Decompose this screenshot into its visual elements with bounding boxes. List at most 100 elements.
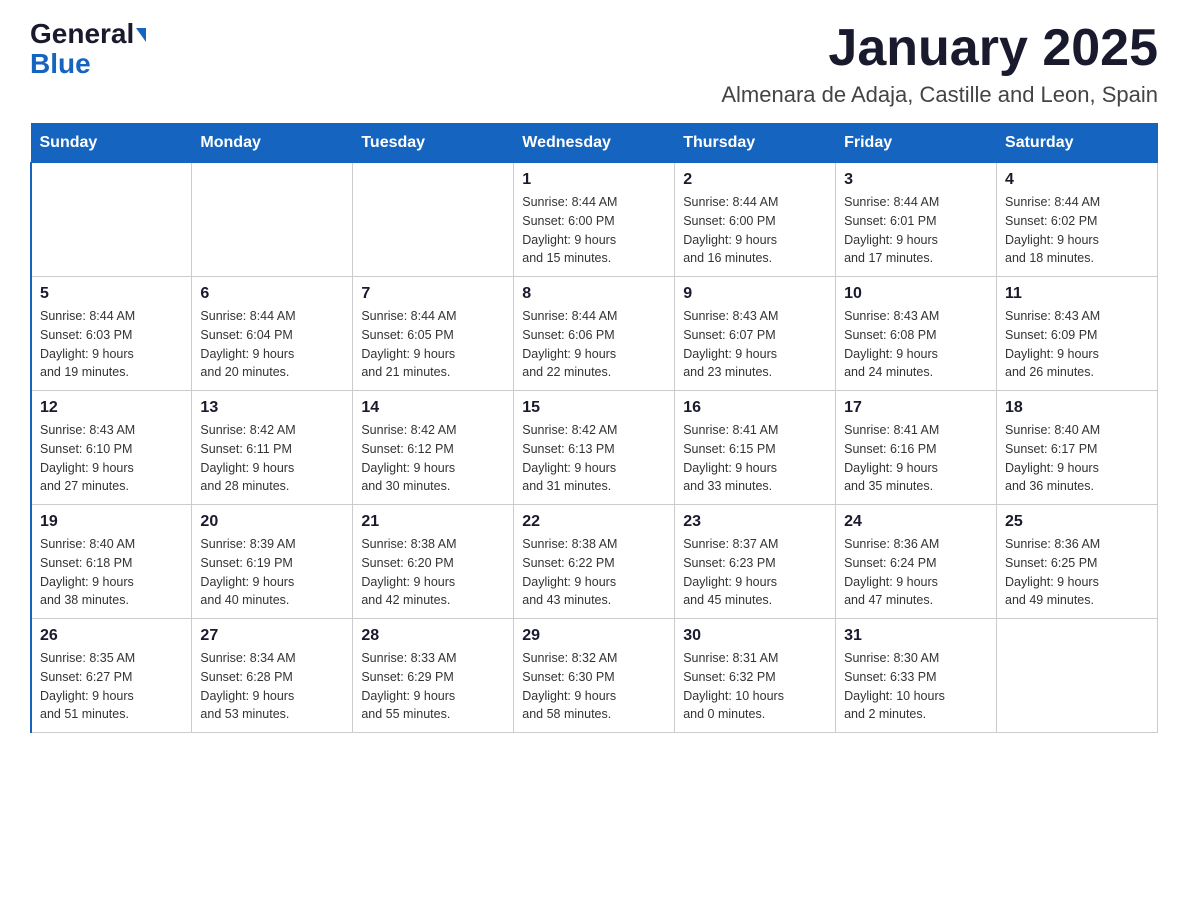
calendar-cell: 30 Sunrise: 8:31 AM Sunset: 6:32 PM Dayli… xyxy=(675,619,836,733)
day-info: Sunrise: 8:44 AM Sunset: 6:02 PM Dayligh… xyxy=(1005,193,1149,268)
calendar-cell: 4Sunrise: 8:44 AM Sunset: 6:02 PM Daylig… xyxy=(997,163,1158,277)
day-number: 7 xyxy=(361,285,505,303)
calendar-cell: 21 Sunrise: 8:38 AM Sunset: 6:20 PM Dayli… xyxy=(353,505,514,619)
day-info: Sunrise: 8:38 AM Sunset: 6:22 PM Dayligh… xyxy=(522,535,666,610)
day-number: 12 xyxy=(40,399,183,417)
calendar-cell: 25Sunrise: 8:36 AM Sunset: 6:25 PM Dayli… xyxy=(997,505,1158,619)
calendar-cell: 31 Sunrise: 8:30 AM Sunset: 6:33 PM Dayli… xyxy=(836,619,997,733)
day-number: 30 xyxy=(683,627,827,645)
day-number: 23 xyxy=(683,513,827,531)
weekday-header-thursday: Thursday xyxy=(675,124,836,163)
day-number: 16 xyxy=(683,399,827,417)
day-info: Sunrise: 8:43 AM Sunset: 6:08 PM Dayligh… xyxy=(844,307,988,382)
day-info: Sunrise: 8:44 AM Sunset: 6:04 PM Dayligh… xyxy=(200,307,344,382)
calendar-cell: 6Sunrise: 8:44 AM Sunset: 6:04 PM Daylig… xyxy=(192,277,353,391)
weekday-header-tuesday: Tuesday xyxy=(353,124,514,163)
calendar-cell xyxy=(192,163,353,277)
day-info: Sunrise: 8:43 AM Sunset: 6:10 PM Dayligh… xyxy=(40,421,183,496)
calendar-cell: 26Sunrise: 8:35 AM Sunset: 6:27 PM Dayli… xyxy=(31,619,192,733)
calendar-subtitle: Almenara de Adaja, Castille and Leon, Sp… xyxy=(721,82,1158,108)
calendar-cell: 24 Sunrise: 8:36 AM Sunset: 6:24 PM Dayli… xyxy=(836,505,997,619)
day-info: Sunrise: 8:33 AM Sunset: 6:29 PM Dayligh… xyxy=(361,649,505,724)
calendar-cell: 15 Sunrise: 8:42 AM Sunset: 6:13 PM Dayli… xyxy=(514,391,675,505)
day-number: 24 xyxy=(844,513,988,531)
calendar-cell: 7 Sunrise: 8:44 AM Sunset: 6:05 PM Daylig… xyxy=(353,277,514,391)
day-info: Sunrise: 8:44 AM Sunset: 6:06 PM Dayligh… xyxy=(522,307,666,382)
day-info: Sunrise: 8:43 AM Sunset: 6:09 PM Dayligh… xyxy=(1005,307,1149,382)
day-number: 8 xyxy=(522,285,666,303)
day-info: Sunrise: 8:35 AM Sunset: 6:27 PM Dayligh… xyxy=(40,649,183,724)
day-info: Sunrise: 8:31 AM Sunset: 6:32 PM Dayligh… xyxy=(683,649,827,724)
day-number: 21 xyxy=(361,513,505,531)
calendar-week-row: 26Sunrise: 8:35 AM Sunset: 6:27 PM Dayli… xyxy=(31,619,1158,733)
calendar-cell: 3Sunrise: 8:44 AM Sunset: 6:01 PM Daylig… xyxy=(836,163,997,277)
day-number: 15 xyxy=(522,399,666,417)
logo-general: General xyxy=(30,20,134,48)
calendar-cell: 23 Sunrise: 8:37 AM Sunset: 6:23 PM Dayli… xyxy=(675,505,836,619)
calendar-table: SundayMondayTuesdayWednesdayThursdayFrid… xyxy=(30,123,1158,733)
logo-blue: Blue xyxy=(30,48,91,80)
weekday-header-saturday: Saturday xyxy=(997,124,1158,163)
day-info: Sunrise: 8:41 AM Sunset: 6:16 PM Dayligh… xyxy=(844,421,988,496)
calendar-cell xyxy=(997,619,1158,733)
calendar-cell: 18Sunrise: 8:40 AM Sunset: 6:17 PM Dayli… xyxy=(997,391,1158,505)
day-number: 31 xyxy=(844,627,988,645)
calendar-cell: 29 Sunrise: 8:32 AM Sunset: 6:30 PM Dayli… xyxy=(514,619,675,733)
calendar-cell: 9 Sunrise: 8:43 AM Sunset: 6:07 PM Daylig… xyxy=(675,277,836,391)
weekday-header-friday: Friday xyxy=(836,124,997,163)
calendar-title: January 2025 xyxy=(721,20,1158,77)
calendar-cell: 27Sunrise: 8:34 AM Sunset: 6:28 PM Dayli… xyxy=(192,619,353,733)
calendar-cell: 12 Sunrise: 8:43 AM Sunset: 6:10 PM Dayli… xyxy=(31,391,192,505)
calendar-week-row: 19 Sunrise: 8:40 AM Sunset: 6:18 PM Dayli… xyxy=(31,505,1158,619)
calendar-cell: 17 Sunrise: 8:41 AM Sunset: 6:16 PM Dayli… xyxy=(836,391,997,505)
weekday-header-monday: Monday xyxy=(192,124,353,163)
day-info: Sunrise: 8:40 AM Sunset: 6:18 PM Dayligh… xyxy=(40,535,183,610)
day-number: 3 xyxy=(844,171,988,189)
day-info: Sunrise: 8:37 AM Sunset: 6:23 PM Dayligh… xyxy=(683,535,827,610)
day-number: 1 xyxy=(522,171,666,189)
day-number: 22 xyxy=(522,513,666,531)
logo: General Blue xyxy=(30,20,146,80)
title-section: January 2025 Almenara de Adaja, Castille… xyxy=(721,20,1158,108)
day-info: Sunrise: 8:42 AM Sunset: 6:13 PM Dayligh… xyxy=(522,421,666,496)
calendar-week-row: 12 Sunrise: 8:43 AM Sunset: 6:10 PM Dayli… xyxy=(31,391,1158,505)
day-info: Sunrise: 8:38 AM Sunset: 6:20 PM Dayligh… xyxy=(361,535,505,610)
calendar-week-row: 5Sunrise: 8:44 AM Sunset: 6:03 PM Daylig… xyxy=(31,277,1158,391)
calendar-week-row: 1 Sunrise: 8:44 AM Sunset: 6:00 PM Daylig… xyxy=(31,163,1158,277)
day-info: Sunrise: 8:30 AM Sunset: 6:33 PM Dayligh… xyxy=(844,649,988,724)
calendar-cell xyxy=(31,163,192,277)
day-number: 2 xyxy=(683,171,827,189)
calendar-cell: 28 Sunrise: 8:33 AM Sunset: 6:29 PM Dayli… xyxy=(353,619,514,733)
calendar-cell: 11Sunrise: 8:43 AM Sunset: 6:09 PM Dayli… xyxy=(997,277,1158,391)
day-number: 27 xyxy=(200,627,344,645)
calendar-cell: 13Sunrise: 8:42 AM Sunset: 6:11 PM Dayli… xyxy=(192,391,353,505)
day-info: Sunrise: 8:36 AM Sunset: 6:25 PM Dayligh… xyxy=(1005,535,1149,610)
calendar-cell: 5Sunrise: 8:44 AM Sunset: 6:03 PM Daylig… xyxy=(31,277,192,391)
day-info: Sunrise: 8:41 AM Sunset: 6:15 PM Dayligh… xyxy=(683,421,827,496)
day-info: Sunrise: 8:44 AM Sunset: 6:00 PM Dayligh… xyxy=(683,193,827,268)
day-info: Sunrise: 8:39 AM Sunset: 6:19 PM Dayligh… xyxy=(200,535,344,610)
calendar-header: SundayMondayTuesdayWednesdayThursdayFrid… xyxy=(31,124,1158,163)
day-number: 19 xyxy=(40,513,183,531)
calendar-cell: 1Sunrise: 8:44 AM Sunset: 6:00 PM Daylig… xyxy=(514,163,675,277)
day-number: 9 xyxy=(683,285,827,303)
day-info: Sunrise: 8:36 AM Sunset: 6:24 PM Dayligh… xyxy=(844,535,988,610)
calendar-cell: 8 Sunrise: 8:44 AM Sunset: 6:06 PM Daylig… xyxy=(514,277,675,391)
day-info: Sunrise: 8:43 AM Sunset: 6:07 PM Dayligh… xyxy=(683,307,827,382)
day-number: 18 xyxy=(1005,399,1149,417)
calendar-cell: 16 Sunrise: 8:41 AM Sunset: 6:15 PM Dayli… xyxy=(675,391,836,505)
weekday-header-sunday: Sunday xyxy=(31,124,192,163)
weekday-header-wednesday: Wednesday xyxy=(514,124,675,163)
day-number: 5 xyxy=(40,285,183,303)
calendar-body: 1 Sunrise: 8:44 AM Sunset: 6:00 PM Daylig… xyxy=(31,163,1158,733)
calendar-cell: 22 Sunrise: 8:38 AM Sunset: 6:22 PM Dayli… xyxy=(514,505,675,619)
day-info: Sunrise: 8:32 AM Sunset: 6:30 PM Dayligh… xyxy=(522,649,666,724)
day-number: 17 xyxy=(844,399,988,417)
logo-triangle-icon xyxy=(136,28,146,42)
day-number: 29 xyxy=(522,627,666,645)
day-number: 28 xyxy=(361,627,505,645)
weekday-row: SundayMondayTuesdayWednesdayThursdayFrid… xyxy=(31,124,1158,163)
calendar-cell: 10Sunrise: 8:43 AM Sunset: 6:08 PM Dayli… xyxy=(836,277,997,391)
day-info: Sunrise: 8:44 AM Sunset: 6:05 PM Dayligh… xyxy=(361,307,505,382)
calendar-cell: 2 Sunrise: 8:44 AM Sunset: 6:00 PM Daylig… xyxy=(675,163,836,277)
